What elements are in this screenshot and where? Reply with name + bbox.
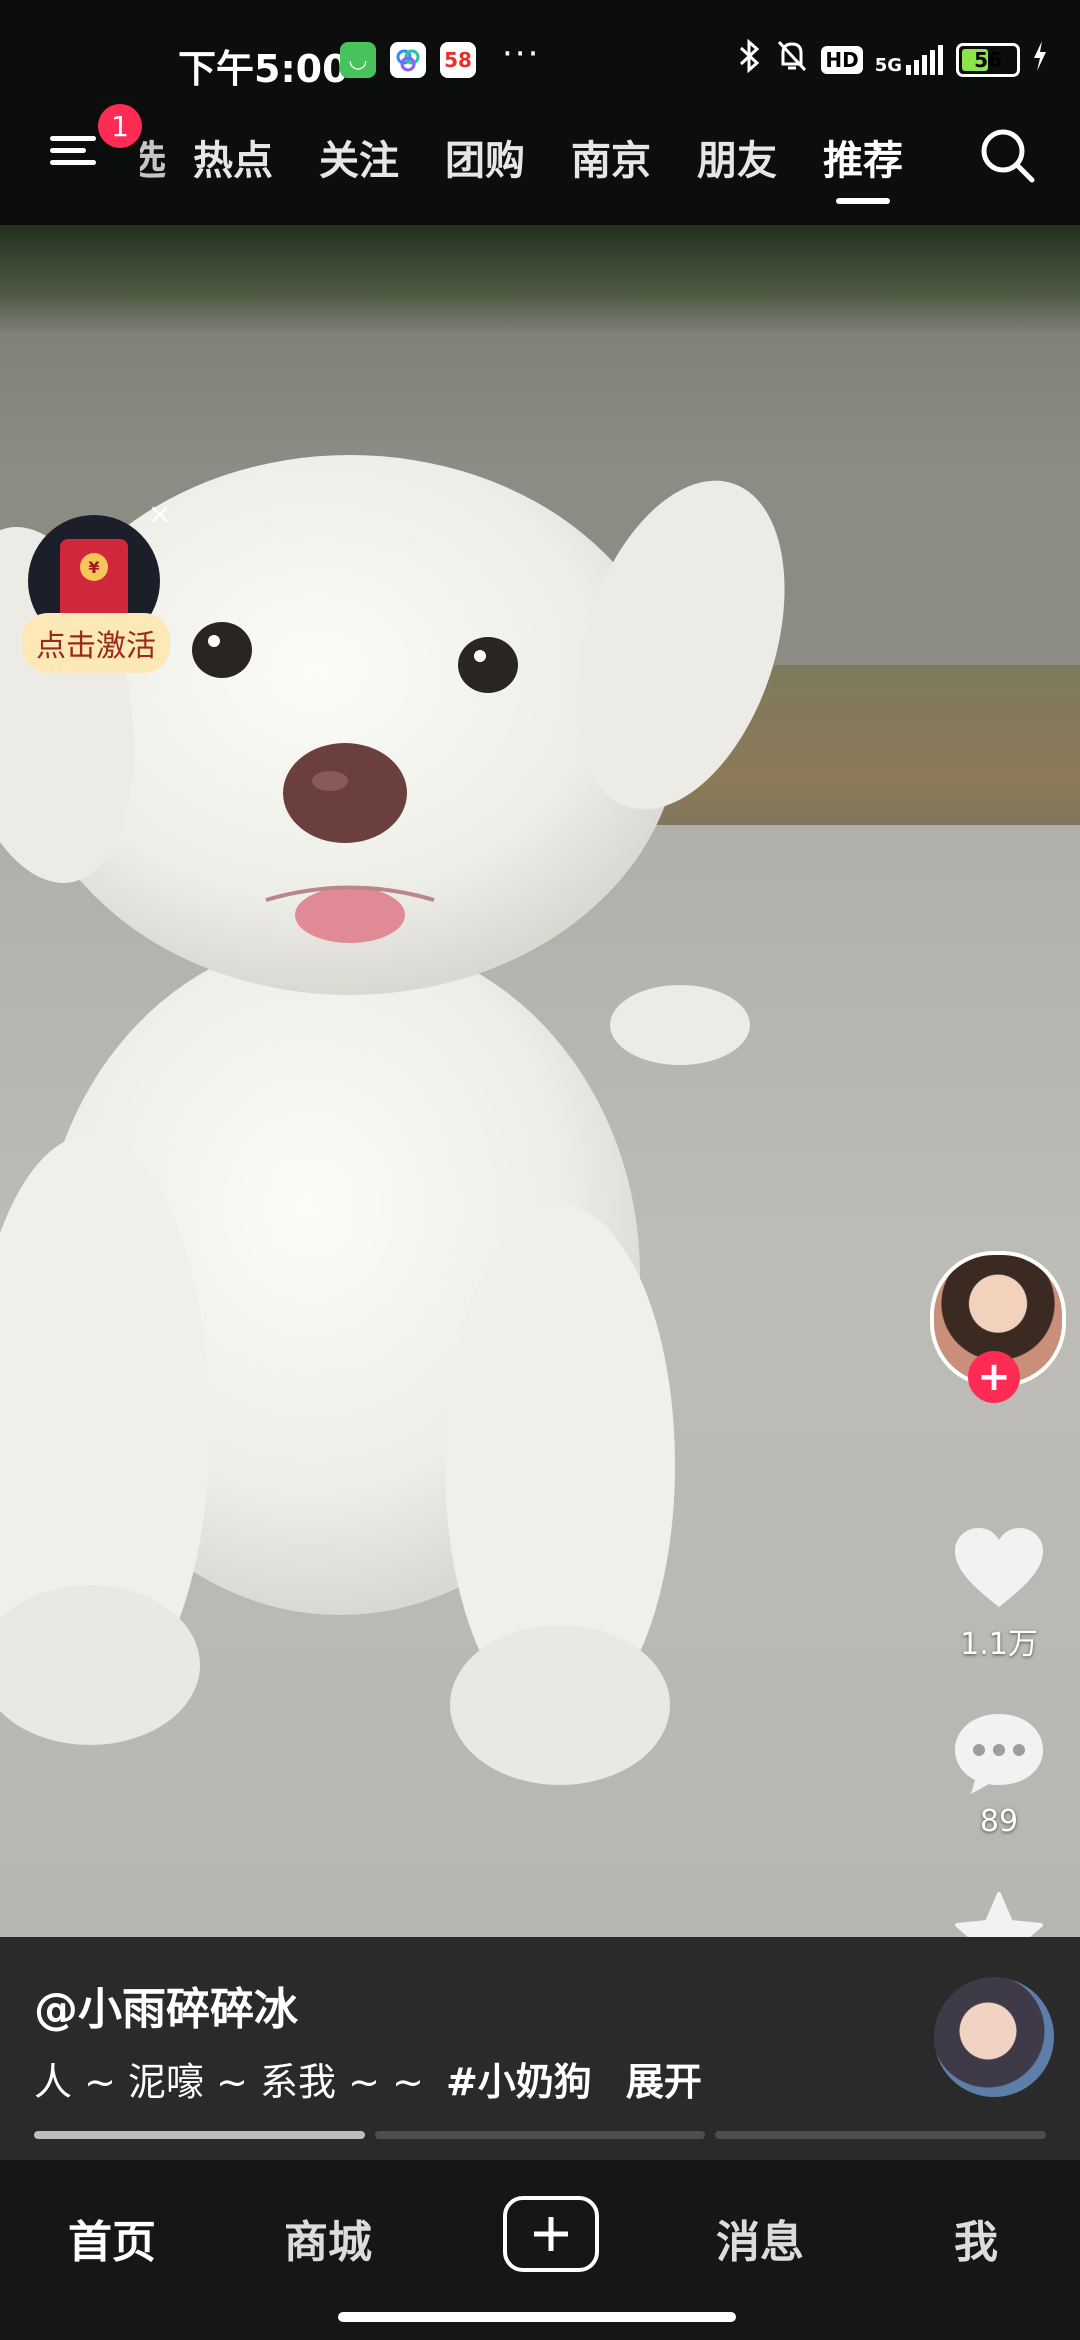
status-time: 下午5:00	[178, 47, 349, 91]
like-action[interactable]: 1.1万	[944, 1525, 1054, 1663]
menu-notification-badge: 1	[98, 104, 142, 148]
network-type: 5G	[874, 55, 902, 76]
feed-tabs: 选 热点 关注 团购 南京 朋友 推荐	[140, 128, 926, 204]
tab-recommended[interactable]: 推荐	[800, 128, 926, 204]
create-post-button[interactable]	[503, 2196, 599, 2272]
progress-segment	[34, 2131, 365, 2139]
star-icon	[955, 1892, 1043, 1937]
wechat-icon: ◡	[340, 42, 376, 78]
progress-segment	[715, 2131, 1047, 2139]
hashtag-link[interactable]: #小奶狗	[446, 2060, 592, 2104]
battery-icon: 56	[956, 43, 1020, 77]
search-icon[interactable]	[976, 124, 1040, 188]
video-progress[interactable]	[34, 2131, 1047, 2139]
58-app-icon: 58	[440, 42, 476, 78]
comment-count: 89	[979, 1804, 1019, 1839]
expand-button[interactable]: 展开	[626, 2060, 702, 2104]
music-disc[interactable]	[934, 1977, 1054, 2097]
heart-icon	[955, 1528, 1043, 1607]
more-notifications-icon: ···	[502, 34, 541, 74]
follow-button[interactable]: +	[968, 1351, 1020, 1403]
tab-following[interactable]: 关注	[296, 128, 422, 186]
nav-mall[interactable]: 商城	[284, 2206, 372, 2270]
tab-nanjing[interactable]: 南京	[548, 128, 674, 186]
home-indicator[interactable]	[338, 2312, 736, 2322]
mute-bell-icon	[775, 38, 809, 82]
progress-segment	[374, 2131, 706, 2139]
caption-panel: @小雨碎碎冰 人 ~ 泥嚎 ~ 系我 ~ ~ #小奶狗 展开	[0, 1937, 1080, 2160]
progress-segment-fill	[34, 2131, 365, 2139]
red-packet-activate-label[interactable]: 点击激活	[22, 613, 170, 673]
status-indicators: HD 5G 56	[737, 38, 1048, 82]
puppy-image	[0, 455, 785, 1785]
battery-text: 56	[974, 48, 1002, 72]
top-bar: 下午5:00 ◡ 58 ··· HD 5G 56 1 选 热点 关注 团购 南京…	[0, 0, 1080, 225]
author-name[interactable]: @小雨碎碎冰	[34, 1973, 298, 2037]
like-count: 1.1万	[960, 1627, 1038, 1662]
video-description[interactable]: 人 ~ 泥嚎 ~ 系我 ~ ~ #小奶狗 展开	[34, 2051, 702, 2106]
hd-badge: HD	[821, 46, 863, 74]
tab-hot[interactable]: 热点	[170, 128, 296, 186]
comment-icon	[955, 1714, 1043, 1794]
browser-icon	[390, 42, 426, 78]
comment-action[interactable]: 89	[944, 1710, 1054, 1839]
tab-selected-partial[interactable]: 选	[140, 128, 170, 186]
bluetooth-icon	[737, 38, 763, 82]
signal-icon: 5G	[875, 45, 944, 75]
tab-group-buy[interactable]: 团购	[422, 128, 548, 186]
menu-button[interactable]	[50, 130, 100, 170]
tab-friends[interactable]: 朋友	[674, 128, 800, 186]
nav-messages[interactable]: 消息	[716, 2206, 804, 2270]
charging-icon	[1032, 41, 1048, 79]
close-icon[interactable]: ×	[148, 497, 171, 530]
nav-home[interactable]: 首页	[68, 2206, 156, 2270]
nav-me[interactable]: 我	[954, 2206, 998, 2270]
coin-icon: ¥	[80, 553, 108, 581]
description-text: 人 ~ 泥嚎 ~ 系我 ~ ~	[34, 2060, 424, 2104]
favorite-action[interactable]: 217	[944, 1890, 1054, 1937]
red-packet-icon: ¥	[60, 539, 128, 623]
video-player[interactable]: ¥ × 点击激活 + 1.1万 89 217 1705	[0, 225, 1080, 1937]
